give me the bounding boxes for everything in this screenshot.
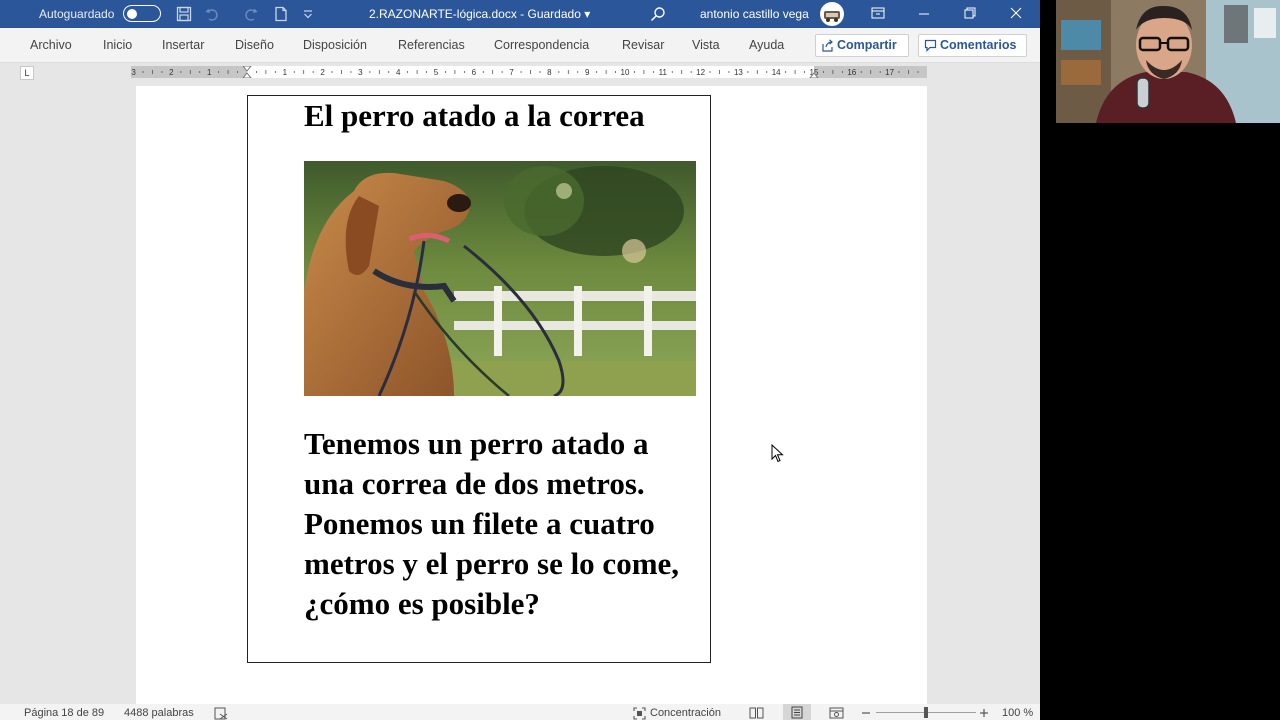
zoom-in-icon[interactable] <box>979 708 989 718</box>
tab-insertar[interactable]: Insertar <box>162 28 204 63</box>
tab-correspondencia[interactable]: Correspondencia <box>494 28 589 63</box>
print-layout-icon <box>791 706 803 719</box>
ruler-label: 3 <box>358 68 363 77</box>
webcam-overlay <box>1056 0 1280 123</box>
presenter-video <box>1056 0 1280 123</box>
ruler-label: 4 <box>396 68 401 77</box>
focus-mode-label[interactable]: Concentración <box>650 704 721 720</box>
share-label: Compartir <box>837 38 897 52</box>
ruler-label: 11 <box>659 68 668 77</box>
tab-revisar[interactable]: Revisar <box>622 28 664 63</box>
search-icon[interactable] <box>650 6 666 22</box>
comment-icon <box>924 39 937 52</box>
word-window: Autoguardado 2.RAZONARTE-lógica.docx - G… <box>0 0 1040 720</box>
dog-leash-photo[interactable] <box>304 161 696 396</box>
ruler-label: 16 <box>847 68 856 77</box>
tab-diseno[interactable]: Diseño <box>235 28 274 63</box>
redo-icon[interactable] <box>243 6 259 22</box>
focus-icon[interactable] <box>633 707 646 720</box>
comments-label: Comentarios <box>940 38 1017 52</box>
dog-picture <box>304 161 696 396</box>
ruler-area: L 3211234567891011121314151617 <box>0 63 1040 83</box>
print-layout-button[interactable] <box>783 704 811 720</box>
ruler-label: 5 <box>434 68 439 77</box>
proofing-icon[interactable] <box>214 707 228 720</box>
ruler-label: 10 <box>621 68 630 77</box>
zoom-level[interactable]: 100 % <box>1002 704 1033 720</box>
ruler-label: 8 <box>547 68 552 77</box>
tab-archivo[interactable]: Archivo <box>30 28 72 63</box>
tab-ayuda[interactable]: Ayuda <box>749 28 784 63</box>
document-heading: El perro atado a la correa <box>304 98 645 133</box>
read-mode-icon[interactable] <box>749 707 764 719</box>
ribbon-tabs: Archivo Inicio Insertar Diseño Disposici… <box>0 28 1040 63</box>
save-icon[interactable] <box>176 6 192 22</box>
page-count[interactable]: Página 18 de 89 <box>24 704 104 720</box>
ribbon-display-icon[interactable] <box>855 0 901 28</box>
tab-referencias[interactable]: Referencias <box>398 28 465 63</box>
tab-vista[interactable]: Vista <box>692 28 720 63</box>
ruler-label: 9 <box>585 68 590 77</box>
user-name[interactable]: antonio castillo vega <box>700 0 809 28</box>
autosave-label: Autoguardado <box>39 7 115 21</box>
zoom-slider-thumb[interactable] <box>924 707 928 718</box>
tab-stop-selector[interactable]: L <box>20 66 34 80</box>
ruler-label: 6 <box>472 68 477 77</box>
comments-button[interactable]: Comentarios <box>918 34 1027 57</box>
ruler-label: 1 <box>207 68 212 77</box>
ruler-label: 14 <box>772 68 781 77</box>
minimize-icon[interactable] <box>901 0 947 28</box>
share-icon <box>822 39 833 52</box>
status-bar: Página 18 de 89 4488 palabras Concentrac… <box>0 704 1040 720</box>
ruler-label: 17 <box>885 68 894 77</box>
ruler-label: 2 <box>169 68 174 77</box>
customize-icon[interactable] <box>302 6 314 22</box>
new-doc-icon[interactable] <box>273 6 289 22</box>
horizontal-ruler[interactable]: 3211234567891011121314151617 <box>131 66 927 78</box>
word-count[interactable]: 4488 palabras <box>124 704 194 720</box>
web-layout-icon[interactable] <box>829 707 844 719</box>
ruler-label: 2 <box>320 68 325 77</box>
share-button[interactable]: Compartir <box>815 34 909 57</box>
user-avatar[interactable] <box>820 2 844 26</box>
tab-inicio[interactable]: Inicio <box>103 28 132 63</box>
ruler-scale: 3211234567891011121314151617 <box>131 66 919 78</box>
restore-icon[interactable] <box>947 0 993 28</box>
hanging-indent-marker[interactable] <box>242 72 252 78</box>
ruler-label: 13 <box>734 68 743 77</box>
document-paragraph: Tenemos un perro atado a una correa de d… <box>304 426 680 621</box>
ruler-label: 1 <box>283 68 288 77</box>
tab-disposicion[interactable]: Disposición <box>303 28 367 63</box>
zoom-out-icon[interactable] <box>861 708 871 718</box>
ruler-label: 12 <box>696 68 705 77</box>
ruler-label: 7 <box>509 68 514 77</box>
first-line-indent-marker[interactable] <box>242 66 252 72</box>
mouse-cursor-icon <box>771 444 784 463</box>
close-icon[interactable] <box>993 0 1039 28</box>
undo-icon[interactable] <box>204 6 220 22</box>
ruler-label: 3 <box>131 68 136 77</box>
autosave-toggle[interactable] <box>123 5 161 22</box>
title-bar: Autoguardado 2.RAZONARTE-lógica.docx - G… <box>0 0 1040 28</box>
document-title[interactable]: 2.RAZONARTE-lógica.docx - Guardado ▾ <box>369 0 590 28</box>
avatar-picture <box>824 11 840 22</box>
